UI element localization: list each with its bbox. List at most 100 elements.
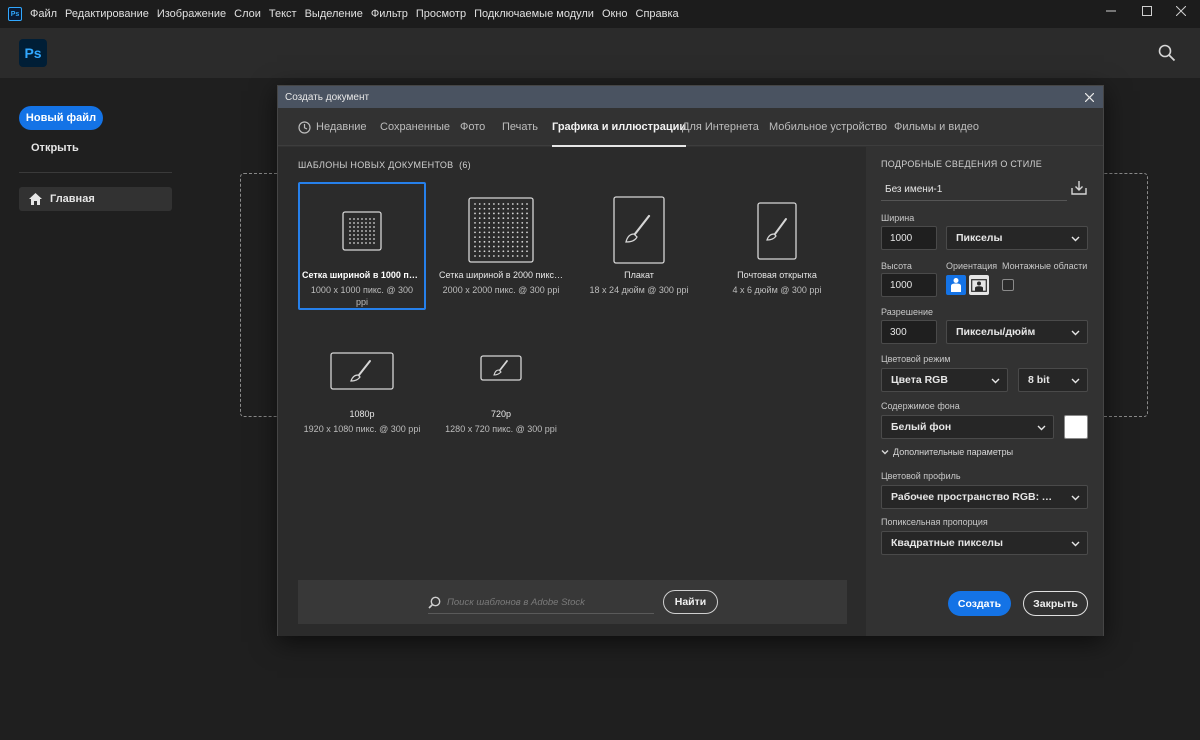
template-size: 4 x 6 дюйм @ 300 ppi — [732, 285, 822, 295]
template-card[interactable]: Сетка шириной в 2000 пикселей 2000 x 200… — [437, 182, 565, 310]
menu-file[interactable]: Файл — [30, 8, 57, 20]
dialog-title-bar: Создать документ — [278, 86, 1103, 108]
menu-help[interactable]: Справка — [636, 8, 679, 20]
width-label: Ширина — [881, 213, 915, 223]
portrait-orientation-button[interactable] — [946, 275, 966, 295]
artboards-checkbox[interactable] — [1002, 279, 1014, 291]
template-card[interactable]: 1080p 1920 x 1080 пикс. @ 300 ppi — [298, 342, 426, 470]
menu-window[interactable]: Окно — [602, 8, 628, 20]
height-input[interactable]: 1000 — [881, 273, 937, 297]
maximize-icon[interactable] — [1128, 0, 1166, 22]
template-name: 1080p — [349, 409, 375, 419]
background-color-swatch[interactable] — [1064, 415, 1088, 439]
tab-art-illustration[interactable]: Графика и иллюстрации — [552, 108, 687, 147]
brush-landscape-small-icon — [437, 355, 565, 381]
template-name: Почтовая открытка — [737, 270, 817, 280]
width-unit-select[interactable]: Пикселы — [946, 226, 1088, 250]
template-name: 720p — [490, 409, 512, 419]
open-button[interactable]: Открыть — [31, 142, 79, 154]
bit-depth-select[interactable]: 8 bit — [1018, 368, 1088, 392]
home-icon — [29, 193, 42, 205]
templates-pane: ШАБЛОНЫ НОВЫХ ДОКУМЕНТОВ (6) Сетка ширин… — [278, 147, 866, 636]
template-size: 2000 x 2000 пикс. @ 300 ppi — [442, 285, 560, 295]
menu-view[interactable]: Просмотр — [416, 8, 466, 20]
template-size: 1000 x 1000 пикс. @ 300 ppi — [310, 285, 414, 307]
clock-icon — [298, 120, 311, 134]
orientation-label: Ориентация — [946, 261, 998, 271]
find-button[interactable]: Найти — [663, 590, 718, 614]
tab-recent[interactable]: Недавние — [298, 108, 367, 146]
tab-photo[interactable]: Фото — [460, 108, 485, 146]
search-icon[interactable] — [1158, 44, 1176, 67]
resolution-unit-select[interactable]: Пикселы/дюйм — [946, 320, 1088, 344]
sidebar: Новый файл Открыть Главная — [0, 78, 185, 740]
pixel-aspect-select[interactable]: Квадратные пикселы — [881, 531, 1088, 555]
menu-filter[interactable]: Фильтр — [371, 8, 408, 20]
portrait-person-icon — [951, 278, 961, 292]
menu-layers[interactable]: Слои — [234, 8, 261, 20]
chevron-down-icon — [1037, 425, 1046, 431]
landscape-person-icon — [971, 278, 987, 292]
template-card[interactable]: Почтовая открытка 4 x 6 дюйм @ 300 ppi — [713, 182, 841, 310]
chevron-down-icon — [1071, 541, 1080, 547]
minimize-icon[interactable] — [1092, 0, 1130, 22]
tab-mobile[interactable]: Мобильное устройство — [769, 108, 887, 146]
resolution-label: Разрешение — [881, 307, 933, 317]
brush-portrait-small-icon — [713, 202, 841, 260]
sidebar-item-label: Главная — [50, 193, 95, 205]
advanced-options-toggle[interactable]: Дополнительные параметры — [881, 447, 1013, 457]
grid-large-icon — [437, 197, 565, 263]
create-button[interactable]: Создать — [948, 591, 1011, 616]
menu-bar: Ps Файл Редактирование Изображение Слои … — [0, 0, 1200, 28]
resolution-input[interactable]: 300 — [881, 320, 937, 344]
details-header: ПОДРОБНЫЕ СВЕДЕНИЯ О СТИЛЕ — [881, 159, 1042, 169]
document-name-input[interactable]: Без имени-1 — [881, 177, 1067, 201]
color-profile-select[interactable]: Рабочее пространство RGB: Adobe RGB (199… — [881, 485, 1088, 509]
width-input[interactable]: 1000 — [881, 226, 937, 250]
window-close-icon[interactable] — [1162, 0, 1200, 22]
template-name: Сетка шириной в 2000 пикселей — [439, 270, 563, 280]
color-mode-label: Цветовой режим — [881, 354, 951, 364]
menu-image[interactable]: Изображение — [157, 8, 226, 20]
sidebar-item-home[interactable]: Главная — [19, 187, 172, 211]
background-select[interactable]: Белый фон — [881, 415, 1054, 439]
menu-select[interactable]: Выделение — [305, 8, 363, 20]
template-size: 18 x 24 дюйм @ 300 ppi — [589, 285, 689, 295]
tab-web[interactable]: Для Интернета — [682, 108, 759, 146]
chevron-down-icon — [881, 450, 889, 455]
save-preset-icon[interactable] — [1071, 180, 1087, 200]
close-button[interactable]: Закрыть — [1023, 591, 1088, 616]
template-card[interactable]: Плакат 18 x 24 дюйм @ 300 ppi — [575, 182, 703, 310]
chevron-down-icon — [1071, 330, 1080, 336]
template-card[interactable]: 720p 1280 x 720 пикс. @ 300 ppi — [437, 342, 565, 470]
tab-print[interactable]: Печать — [502, 108, 538, 146]
menu-plugins[interactable]: Подключаемые модули — [474, 8, 594, 20]
chevron-down-icon — [1071, 378, 1080, 384]
preset-tabs: Недавние Сохраненные Фото Печать Графика… — [278, 108, 1103, 147]
background-label: Содержимое фона — [881, 401, 960, 411]
pixel-aspect-label: Попиксельная пропорция — [881, 517, 988, 527]
template-size: 1280 x 720 пикс. @ 300 ppi — [445, 424, 557, 434]
color-profile-label: Цветовой профиль — [881, 471, 961, 481]
search-icon — [428, 596, 441, 609]
new-file-button[interactable]: Новый файл — [19, 106, 103, 130]
dialog-close-icon[interactable] — [1081, 89, 1097, 105]
ps-logo[interactable]: Ps — [19, 39, 47, 67]
templates-header: ШАБЛОНЫ НОВЫХ ДОКУМЕНТОВ (6) — [298, 160, 471, 170]
stock-search-bar: Поиск шаблонов в Adobe Stock Найти — [298, 580, 847, 624]
chevron-down-icon — [1071, 236, 1080, 242]
template-card[interactable]: Сетка шириной в 1000 пикселей 1000 x 100… — [298, 182, 426, 310]
preset-details-pane: ПОДРОБНЫЕ СВЕДЕНИЯ О СТИЛЕ Без имени-1 Ш… — [866, 147, 1103, 636]
new-document-dialog: Создать документ Недавние Сохраненные Фо… — [277, 85, 1104, 636]
search-placeholder: Поиск шаблонов в Adobe Stock — [447, 597, 585, 608]
tab-saved[interactable]: Сохраненные — [380, 108, 450, 146]
stock-search-input[interactable]: Поиск шаблонов в Adobe Stock — [428, 592, 654, 614]
color-mode-select[interactable]: Цвета RGB — [881, 368, 1008, 392]
tab-film-video[interactable]: Фильмы и видео — [894, 108, 979, 146]
sidebar-divider — [19, 172, 172, 173]
menu-type[interactable]: Текст — [269, 8, 297, 20]
chevron-down-icon — [991, 378, 1000, 384]
artboards-label: Монтажные области — [1002, 261, 1088, 271]
landscape-orientation-button[interactable] — [969, 275, 989, 295]
menu-edit[interactable]: Редактирование — [65, 8, 149, 20]
